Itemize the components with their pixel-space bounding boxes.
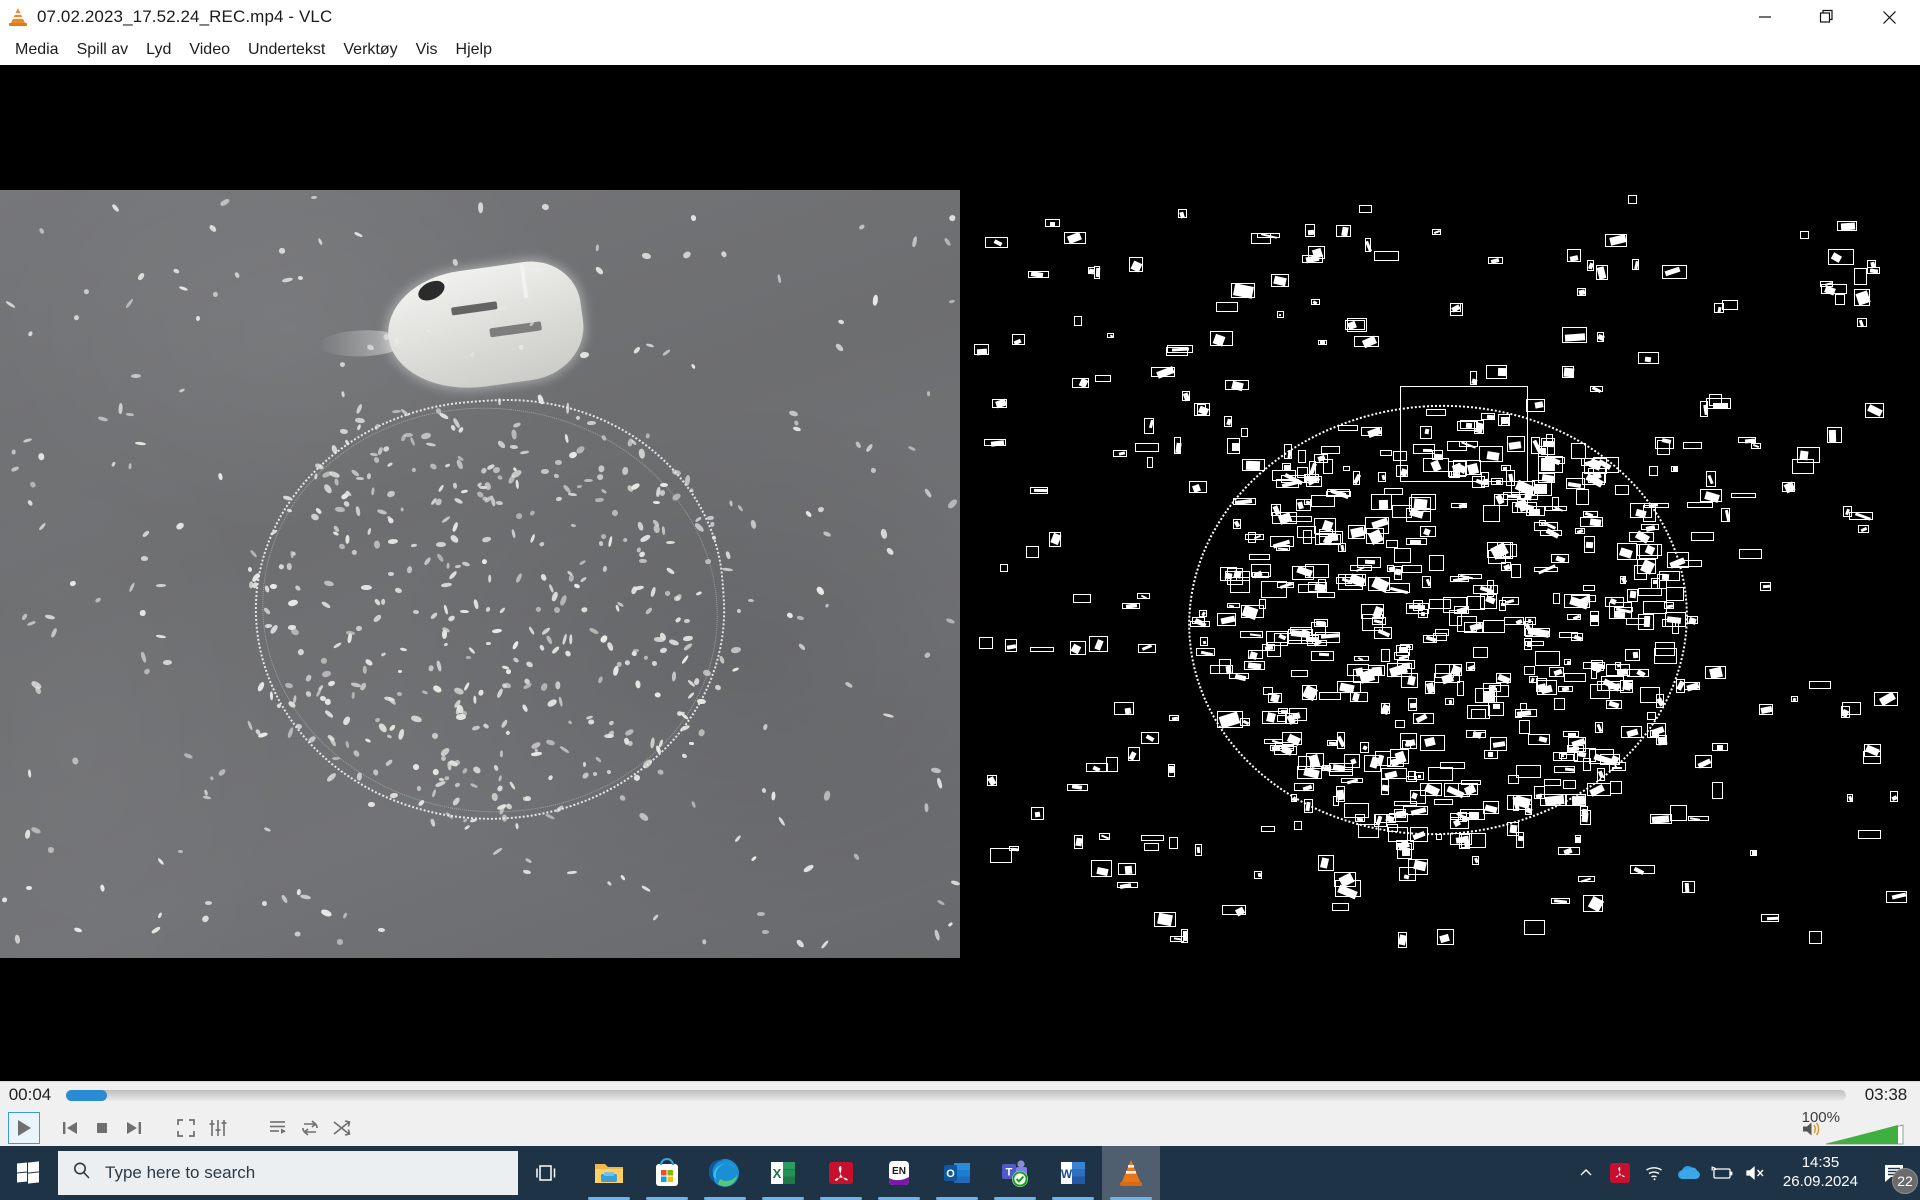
- window-controls: [1734, 0, 1920, 34]
- notification-count-badge: 22: [1892, 1168, 1918, 1194]
- taskbar-item-microsoft-excel[interactable]: X: [754, 1146, 812, 1200]
- volume-control[interactable]: 100%: [1802, 1109, 1904, 1145]
- volume-slider[interactable]: [1826, 1123, 1904, 1145]
- next-button[interactable]: [120, 1114, 148, 1142]
- menu-item-playback[interactable]: Spill av: [68, 38, 138, 62]
- fullscreen-button[interactable]: [172, 1114, 200, 1142]
- title-bar: 07.02.2023_17.52.24_REC.mp4 - VLC: [0, 0, 1920, 34]
- svg-text:EN: EN: [892, 1166, 906, 1177]
- windows-start-icon[interactable]: [0, 1146, 56, 1200]
- svg-text:O: O: [946, 1168, 955, 1180]
- play-button[interactable]: [8, 1111, 40, 1144]
- seek-slider[interactable]: [66, 1089, 1846, 1101]
- elapsed-time: 00:04: [8, 1085, 52, 1104]
- loop-button[interactable]: [296, 1114, 324, 1142]
- wifi-icon[interactable]: [1637, 1146, 1671, 1200]
- menu-item-subtitle[interactable]: Undertekst: [239, 38, 334, 62]
- close-icon[interactable]: [1858, 0, 1920, 34]
- svg-text:W: W: [1061, 1167, 1073, 1181]
- vlc-cone-icon: [8, 7, 28, 27]
- video-panel-original: [0, 190, 960, 958]
- shuffle-button[interactable]: [328, 1114, 356, 1142]
- video-panel-detection: [968, 190, 1920, 958]
- system-tray: 14:35 26.09.2024 22: [1569, 1146, 1920, 1200]
- taskbar-item-microsoft-store[interactable]: [638, 1146, 696, 1200]
- transport-buttons: 100%: [0, 1108, 1920, 1147]
- playlist-button[interactable]: [264, 1114, 292, 1142]
- onedrive-icon[interactable]: [1671, 1146, 1705, 1200]
- window-title: 07.02.2023_17.52.24_REC.mp4 - VLC: [37, 7, 333, 26]
- menu-item-video[interactable]: Video: [180, 38, 239, 62]
- extended-settings-button[interactable]: [204, 1114, 232, 1142]
- vlc-window: 07.02.2023_17.52.24_REC.mp4 - VLC Media …: [0, 0, 1920, 1200]
- seek-row: 00:04 03:38: [0, 1082, 1920, 1108]
- adobe-acrobat-tray-icon[interactable]: [1603, 1146, 1637, 1200]
- battery-charging-icon[interactable]: [1705, 1146, 1739, 1200]
- menu-item-audio[interactable]: Lyd: [137, 38, 180, 62]
- taskbar-item-microsoft-word[interactable]: W: [1044, 1146, 1102, 1200]
- minimize-icon[interactable]: [1734, 0, 1796, 34]
- task-view-icon[interactable]: [518, 1146, 574, 1200]
- restore-icon[interactable]: [1796, 0, 1858, 34]
- taskbar-app-list: X EN O T W: [580, 1146, 1160, 1200]
- video-stage[interactable]: [0, 65, 1920, 1081]
- show-hidden-icons-chevron-icon[interactable]: [1569, 1146, 1603, 1200]
- search-placeholder: Type here to search: [105, 1163, 256, 1182]
- seek-progress-fill: [66, 1089, 107, 1101]
- windows-taskbar: Type here to search X EN O T W 14:35 26.…: [0, 1146, 1920, 1200]
- menu-bar: Media Spill av Lyd Video Undertekst Verk…: [0, 34, 1920, 65]
- previous-button[interactable]: [56, 1114, 84, 1142]
- menu-item-view[interactable]: Vis: [407, 38, 447, 62]
- taskbar-item-microsoft-edge[interactable]: [696, 1146, 754, 1200]
- menu-item-media[interactable]: Media: [6, 38, 68, 62]
- taskbar-item-onenote-en[interactable]: EN: [870, 1146, 928, 1200]
- taskbar-item-adobe-acrobat[interactable]: [812, 1146, 870, 1200]
- taskbar-item-microsoft-teams[interactable]: T: [986, 1146, 1044, 1200]
- search-input[interactable]: Type here to search: [58, 1151, 518, 1195]
- svg-text:T: T: [1006, 1167, 1013, 1179]
- taskbar-item-file-explorer[interactable]: [580, 1146, 638, 1200]
- svg-text:X: X: [773, 1166, 782, 1181]
- speaker-muted-icon[interactable]: [1739, 1146, 1773, 1200]
- clock-date: 26.09.2024: [1782, 1173, 1858, 1190]
- clock-time: 14:35: [1801, 1154, 1840, 1172]
- player-control-bar: 00:04 03:38 100%: [0, 1081, 1920, 1146]
- stop-button[interactable]: [88, 1114, 116, 1142]
- taskbar-item-vlc-media-player[interactable]: [1102, 1146, 1160, 1200]
- taskbar-item-microsoft-outlook[interactable]: O: [928, 1146, 986, 1200]
- action-center-icon[interactable]: 22: [1870, 1146, 1920, 1200]
- search-icon: [72, 1161, 91, 1185]
- menu-item-tools[interactable]: Verktøy: [334, 38, 406, 62]
- taskbar-clock[interactable]: 14:35 26.09.2024: [1773, 1146, 1870, 1200]
- menu-item-help[interactable]: Hjelp: [447, 38, 501, 62]
- total-time: 03:38: [1864, 1085, 1908, 1104]
